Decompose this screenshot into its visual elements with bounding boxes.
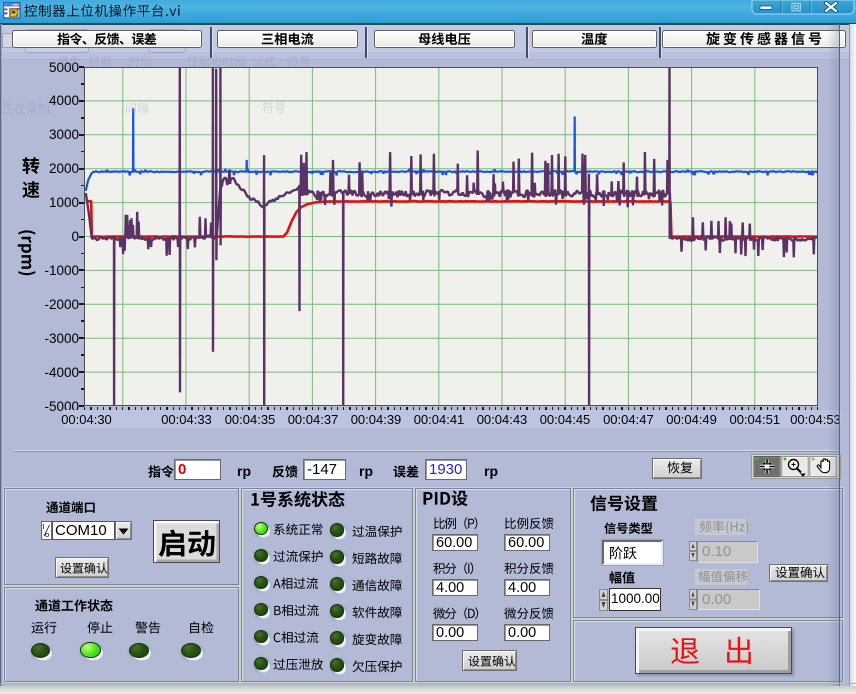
svg-text:o: o xyxy=(45,530,49,539)
